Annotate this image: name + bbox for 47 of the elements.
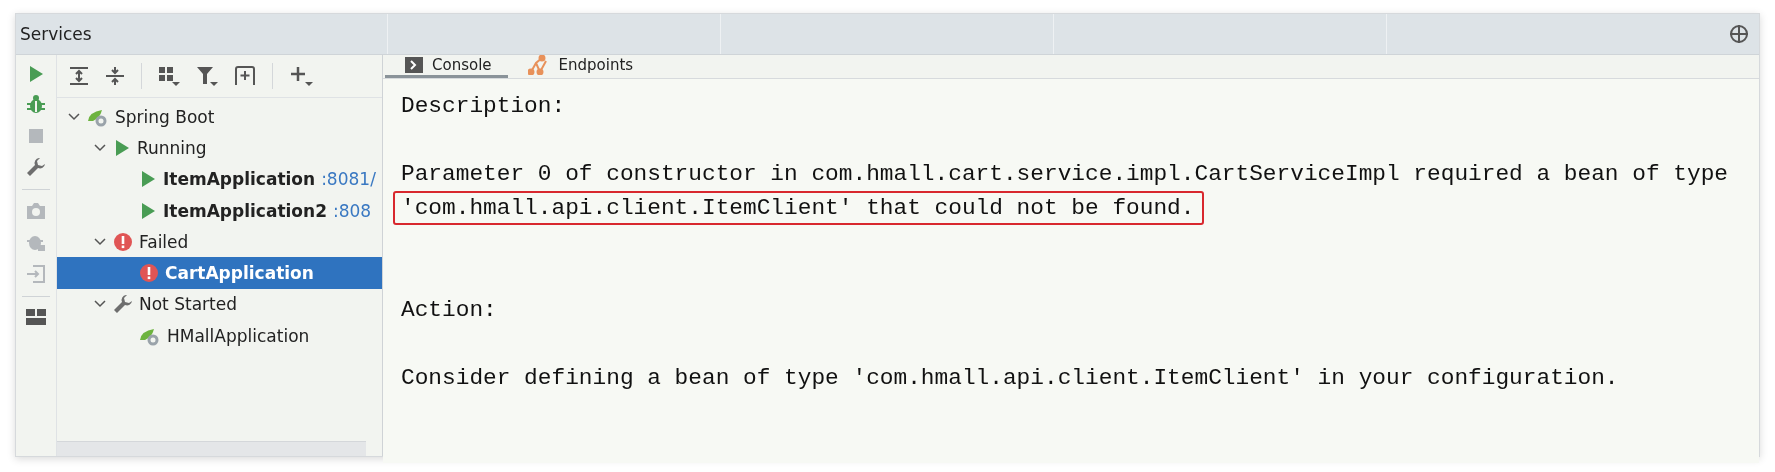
port-label: :808	[332, 200, 372, 221]
filter-icon	[196, 66, 218, 86]
wrench-icon	[26, 157, 46, 177]
add-icon	[289, 65, 313, 87]
horizontal-scrollbar[interactable]	[57, 441, 366, 456]
console-icon	[405, 57, 423, 73]
tree-item-label: Running	[137, 137, 207, 158]
tree-item[interactable]: Running	[57, 132, 382, 164]
endpoints-icon	[527, 55, 550, 75]
group-icon	[158, 66, 180, 86]
camera-icon	[26, 202, 46, 220]
tree-item[interactable]: Spring Boot	[57, 101, 382, 133]
console-line: Consider defining a bean of type 'com.hmall.api.client.ItemClient' in your configuration.	[400, 364, 1620, 393]
console-heading: Action:	[400, 296, 498, 325]
bug-icon	[26, 95, 46, 115]
tree-item-label: Spring Boot	[115, 106, 215, 127]
port-label: :8081/	[321, 169, 376, 190]
run-icon	[139, 170, 157, 189]
tree-item-label: Failed	[139, 231, 189, 252]
tree-item-label: CartApplication	[165, 263, 314, 284]
error-icon	[139, 263, 159, 284]
tree-item-label: ItemApplication	[163, 169, 316, 190]
error-icon	[113, 231, 133, 252]
tree-item[interactable]: ItemApplication :8081/	[57, 163, 382, 195]
crosshair-icon[interactable]	[1729, 24, 1749, 44]
tree-item-label: ItemApplication2	[163, 200, 327, 221]
run-icon	[27, 65, 45, 83]
console-line: Parameter 0 of constructor in com.hmall.cart.service.impl.CartServiceImpl required a bean of type	[400, 160, 1729, 189]
tree-item[interactable]: HMallApplication	[57, 320, 382, 352]
import-icon	[26, 264, 46, 284]
tab[interactable]: Endpoints	[507, 55, 650, 78]
run-icon	[139, 201, 157, 220]
tree-item[interactable]: CartApplication	[57, 257, 382, 289]
new-tab-icon	[234, 66, 256, 86]
tree-item[interactable]: Not Started	[57, 288, 382, 321]
tree-item-label: HMallApplication	[167, 325, 310, 346]
expand-all-icon	[69, 66, 89, 86]
tree-item[interactable]: ItemApplication2 :808	[57, 194, 382, 227]
stop-icon	[27, 127, 45, 145]
tree-item[interactable]: Failed	[57, 226, 382, 258]
tree-item-label: Not Started	[139, 294, 237, 315]
wrench-icon	[113, 294, 133, 315]
collapse-all-icon	[105, 66, 125, 86]
console-heading: Description:	[400, 92, 567, 121]
window-title: Services	[19, 24, 93, 44]
run-icon	[113, 138, 131, 157]
layout-icon	[26, 309, 46, 325]
